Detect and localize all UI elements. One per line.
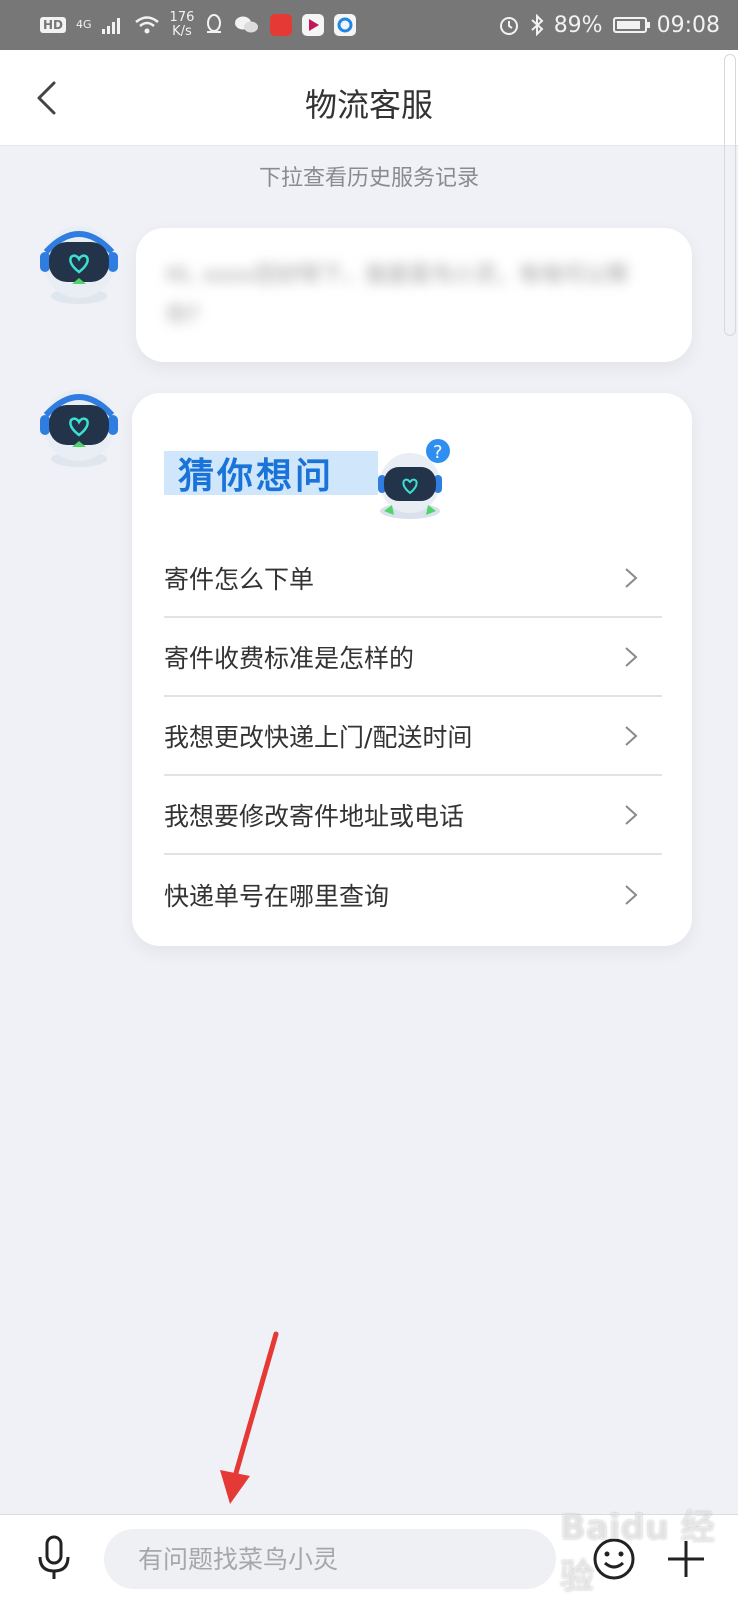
suggestion-item[interactable]: 我想要修改寄件地址或电话 — [164, 776, 662, 855]
suggestion-item[interactable]: 我想更改快递上门/配送时间 — [164, 697, 662, 776]
suggestion-item[interactable]: 寄件收费标准是怎样的 — [164, 618, 662, 697]
signal-icon — [101, 18, 120, 34]
bluetooth-icon — [531, 14, 544, 36]
app-notification-icon — [270, 14, 293, 36]
speed-unit: K/s — [172, 24, 192, 39]
suggestion-list: 寄件怎么下单 寄件收费标准是怎样的 我想更改快递上门/配送时间 我想要修改寄件地… — [164, 539, 662, 934]
emoji-icon[interactable] — [592, 1537, 636, 1581]
suggestion-label: 我想更改快递上门/配送时间 — [164, 722, 473, 752]
suggestion-item[interactable]: 快递单号在哪里查询 — [164, 855, 662, 934]
guess-banner: 猜你想问 ? — [164, 429, 464, 525]
network-speed: 176 K/s — [170, 11, 195, 39]
plus-icon[interactable] — [664, 1537, 708, 1581]
wechat-icon — [235, 16, 259, 33]
status-bar: HD 4G 176 K/s 89% 09:08 — [0, 0, 738, 50]
greeting-text: Hi, xxxx您好呀下，我是菜鸟小灵，有啥可以帮你? — [166, 263, 629, 328]
suggestion-label: 寄件怎么下单 — [164, 564, 315, 594]
video-app-icon — [302, 14, 325, 36]
robot-question-icon: ? — [378, 439, 450, 519]
svg-text:?: ? — [433, 442, 443, 463]
battery-percent: 89% — [553, 12, 603, 38]
qq-icon — [207, 14, 222, 33]
suggestion-label: 快递单号在哪里查询 — [164, 881, 390, 911]
bot-avatar-icon[interactable] — [36, 385, 122, 471]
chevron-right-icon — [625, 725, 638, 746]
message-input[interactable] — [104, 1529, 556, 1589]
hd-badge: HD — [40, 17, 67, 33]
battery-icon — [612, 17, 650, 33]
page-title: 物流客服 — [304, 86, 433, 124]
greeting-message: Hi, xxxx您好呀下，我是菜鸟小灵，有啥可以帮你? — [136, 228, 692, 362]
microphone-icon[interactable] — [36, 1535, 72, 1581]
alarm-icon — [499, 17, 518, 35]
network-type: 4G — [76, 18, 92, 31]
chat-input-bar — [0, 1514, 738, 1600]
scroll-indicator — [724, 54, 736, 336]
chevron-right-icon — [625, 567, 638, 588]
wifi-icon — [134, 16, 159, 34]
chevron-right-icon — [625, 804, 638, 825]
suggestion-label: 寄件收费标准是怎样的 — [164, 643, 415, 673]
speed-value: 176 — [169, 10, 195, 25]
annotation-arrow-icon — [220, 1331, 279, 1504]
guess-banner-title: 猜你想问 — [178, 456, 335, 497]
chevron-right-icon — [625, 646, 638, 667]
suggestion-label: 我想要修改寄件地址或电话 — [164, 801, 465, 831]
bot-avatar-icon[interactable] — [36, 222, 122, 308]
nav-header: 物流客服 — [0, 50, 738, 146]
battery-fill — [616, 21, 640, 29]
history-hint[interactable]: 下拉查看历史服务记录 — [0, 160, 738, 192]
chevron-right-icon — [625, 884, 638, 905]
browser-app-icon — [334, 14, 357, 36]
clock: 09:08 — [656, 12, 720, 38]
suggestions-card: 猜你想问 ? 寄件怎么下单 寄件收费标准是怎样的 我想更改快递上门/配送时间 我… — [132, 393, 692, 946]
suggestion-item[interactable]: 寄件怎么下单 — [164, 539, 662, 618]
